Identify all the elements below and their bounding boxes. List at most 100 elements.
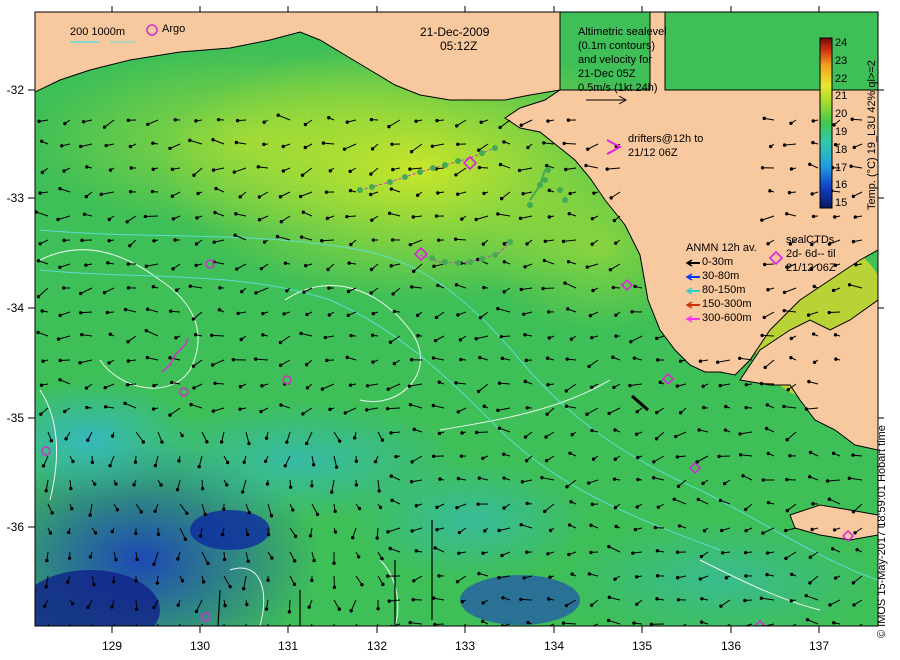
velocity-arrow-head [590, 502, 595, 507]
velocity-arrow-head [332, 585, 337, 589]
velocity-arrow-head [70, 506, 74, 511]
velocity-arrow-head [655, 597, 659, 601]
velocity-arrow-head [614, 524, 618, 529]
velocity-arrow-head [387, 124, 391, 129]
velocity-arrow-head [307, 605, 311, 609]
velocity-arrow-head [342, 147, 347, 151]
velocity-arrow-head [385, 574, 390, 578]
velocity-arrow-head [701, 481, 705, 486]
velocity-arrow-head [784, 629, 786, 631]
velocity-arrow-head [80, 238, 84, 243]
velocity-arrow-head [564, 404, 569, 408]
velocity-arrow-head [744, 528, 748, 533]
velocity-arrow-head [156, 532, 161, 537]
velocity-arrow-head [125, 383, 130, 387]
colorbar-tick-label: 15 [835, 197, 848, 210]
velocity-arrow-head [349, 242, 353, 247]
velocity-arrow-head [744, 574, 748, 578]
velocity-arrow-head [390, 238, 395, 242]
velocity-arrow-head [607, 595, 612, 600]
x-tick-label: 132 [367, 639, 387, 653]
velocity-arrow-head [368, 192, 373, 197]
velocity-arrow-head [410, 529, 414, 533]
velocity-arrow-head [611, 285, 616, 290]
plot-area [35, 12, 878, 631]
velocity-arrow-head [200, 486, 205, 491]
velocity-arrow-head [128, 190, 133, 194]
velocity-arrow-head [851, 581, 856, 585]
y-tick-label: -32 [7, 83, 25, 97]
velocity-arrow-head [612, 218, 617, 223]
velocity-arrow-head [195, 216, 199, 220]
velocity-arrow-head [523, 333, 527, 337]
velocity-arrow-head [719, 604, 723, 608]
velocity-arrow-head [855, 627, 857, 629]
velocity-arrow-head [833, 333, 838, 337]
velocity-arrow-head [833, 576, 838, 580]
velocity-arrow-head [63, 121, 67, 126]
velocity-arrow-head [765, 403, 770, 407]
velocity-arrow-head [108, 168, 113, 172]
drifter-point [507, 239, 513, 245]
velocity-arrow-head [458, 338, 463, 342]
drifter-point [430, 165, 436, 171]
velocity-arrow-head [524, 358, 529, 363]
velocity-arrow-head [62, 169, 66, 173]
velocity-arrow-head [479, 120, 483, 124]
velocity-arrow-head [150, 189, 155, 194]
velocity-arrow-head [126, 286, 131, 290]
velocity-arrow-head [786, 388, 790, 392]
velocity-arrow-head [198, 534, 203, 538]
velocity-arrow-head [216, 117, 221, 122]
velocity-arrow-head [675, 576, 680, 580]
velocity-arrow-head [785, 212, 789, 216]
velocity-arrow-head [806, 313, 811, 317]
velocity-arrow-head [315, 512, 320, 517]
velocity-arrow-head [414, 549, 418, 553]
drifter-point [417, 169, 423, 175]
x-tick-label: 134 [544, 639, 564, 653]
velocity-arrow-head [152, 239, 156, 243]
anmn-item: 300-600m [702, 312, 752, 324]
velocity-arrow-head [456, 476, 461, 481]
velocity-arrow-head [85, 405, 89, 410]
velocity-arrow-head [311, 462, 316, 467]
velocity-arrow-head [141, 440, 146, 444]
velocity-arrow-head [408, 402, 413, 407]
velocity-arrow-head [519, 287, 523, 292]
velocity-arrow-head [653, 525, 658, 530]
velocity-arrow-head [480, 619, 485, 624]
velocity-arrow-head [567, 212, 571, 216]
velocity-arrow-head [629, 339, 633, 344]
velocity-arrow-head [219, 440, 224, 444]
drifter-point [455, 260, 461, 266]
velocity-arrow-head [67, 556, 72, 560]
velocity-arrow-head [108, 463, 112, 468]
velocity-arrow-head [288, 485, 293, 489]
velocity-arrow-head [305, 441, 309, 446]
velocity-arrow-head [438, 477, 442, 481]
velocity-arrow-head [170, 167, 175, 171]
velocity-arrow-head [88, 555, 93, 559]
velocity-arrow-head [234, 140, 239, 145]
velocity-arrow-head [808, 162, 812, 166]
velocity-arrow-head [699, 554, 704, 559]
velocity-arrow-head [115, 508, 120, 512]
velocity-arrow-head [50, 511, 54, 515]
velocity-arrow-head [569, 337, 574, 341]
velocity-arrow-head [312, 558, 316, 563]
velocity-arrow-head [282, 312, 286, 316]
velocity-arrow-head [724, 576, 729, 580]
velocity-arrow-head [262, 142, 266, 147]
velocity-arrow-head [173, 238, 177, 242]
velocity-arrow-head [702, 529, 707, 533]
velocity-arrow-head [565, 357, 569, 361]
velocity-arrow-head [563, 281, 567, 285]
velocity-arrow-head [84, 194, 89, 199]
velocity-arrow-head [392, 361, 397, 366]
velocity-arrow-head [502, 140, 506, 144]
sst-map: 129 130 131 132 133 134 135 136 137 -32 -33 -34 -35… [7, 6, 884, 653]
velocity-arrow-head [591, 457, 596, 461]
velocity-arrow-head [36, 259, 41, 263]
velocity-arrow-head [253, 357, 258, 361]
